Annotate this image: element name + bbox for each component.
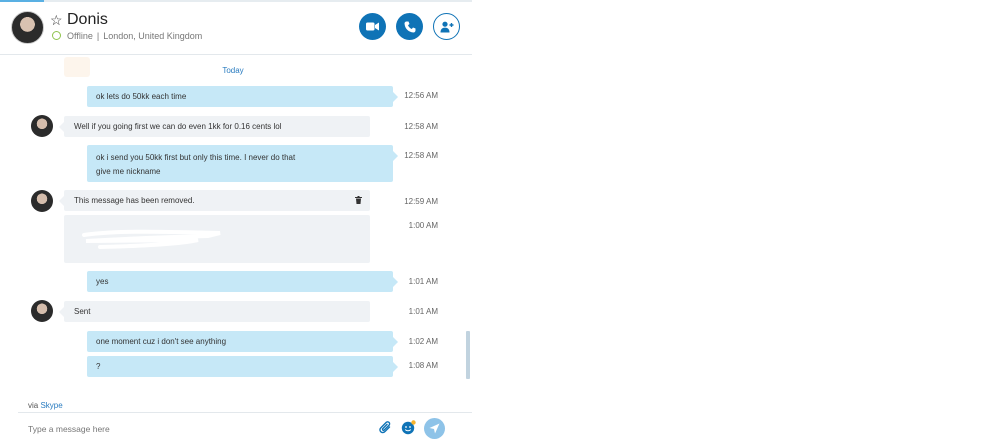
message-timestamp: 1:01 AM	[408, 307, 438, 316]
add-people-button[interactable]	[433, 13, 460, 40]
phone-icon	[404, 21, 415, 32]
offline-status-icon	[52, 31, 61, 40]
message-timestamp: 12:58 AM	[404, 122, 438, 131]
redacted-message[interactable]	[64, 215, 370, 263]
add-person-icon	[440, 21, 453, 32]
removed-message[interactable]: This message has been removed.	[59, 190, 370, 211]
redaction-scribble	[82, 229, 221, 249]
send-arrow-icon	[429, 423, 440, 434]
outgoing-message[interactable]: ok i send you 50kk first but only this t…	[87, 145, 398, 182]
incoming-message[interactable]: Sent	[59, 301, 370, 322]
message-input[interactable]: Type a message here	[28, 424, 110, 434]
scrollbar-thumb[interactable]	[466, 331, 470, 379]
audio-call-button[interactable]	[396, 13, 423, 40]
status-text: Offline	[67, 31, 93, 41]
message-list[interactable]: Today ok lets do 50kk each time 12:56 AM…	[0, 55, 472, 398]
message-timestamp: 12:58 AM	[404, 151, 438, 160]
outgoing-message[interactable]: yes	[87, 271, 398, 292]
contact-avatar-small[interactable]	[31, 190, 53, 212]
message-text: Sent	[74, 307, 91, 316]
message-timestamp: 1:08 AM	[408, 361, 438, 370]
message-timestamp: 1:00 AM	[408, 221, 438, 230]
message-timestamp: 1:02 AM	[408, 337, 438, 346]
contact-avatar-small[interactable]	[31, 115, 53, 137]
trash-icon[interactable]	[355, 196, 362, 204]
status-separator: |	[96, 31, 100, 41]
star-icon[interactable]: ☆	[50, 12, 63, 29]
contact-avatar-small[interactable]	[31, 300, 53, 322]
date-divider: Today	[222, 66, 244, 75]
message-text: ok lets do 50kk each time	[96, 92, 187, 101]
message-text: one moment cuz i don't see anything	[96, 337, 227, 346]
location-text: London, United Kingdom	[103, 31, 203, 41]
message-text: ?	[96, 362, 101, 371]
outgoing-message[interactable]: ?	[87, 356, 398, 377]
composer-divider	[18, 412, 472, 413]
outgoing-message[interactable]: one moment cuz i don't see anything	[87, 331, 398, 352]
incoming-message[interactable]: Well if you going first we can do even 1…	[59, 116, 370, 137]
message-text: yes	[96, 277, 109, 286]
message-text-line2: give me nickname	[96, 167, 161, 176]
contact-avatar[interactable]	[11, 11, 44, 44]
paperclip-icon[interactable]	[379, 421, 393, 435]
contact-name[interactable]: Donis	[67, 11, 108, 29]
message-text: Well if you going first we can do even 1…	[74, 122, 282, 131]
emoticon-icon[interactable]	[401, 420, 416, 435]
chat-header: ☆ Donis Offline | London, United Kingdom	[0, 2, 472, 55]
message-timestamp: 1:01 AM	[408, 277, 438, 286]
via-skype-label: via Skype	[28, 401, 63, 410]
skype-link[interactable]: Skype	[40, 401, 62, 410]
video-call-button[interactable]	[359, 13, 386, 40]
message-text: This message has been removed.	[74, 196, 195, 205]
message-timestamp: 12:59 AM	[404, 197, 438, 206]
video-camera-icon	[366, 22, 379, 31]
send-button[interactable]	[424, 418, 445, 439]
via-prefix: via	[28, 401, 39, 410]
outgoing-message[interactable]: ok lets do 50kk each time	[87, 86, 398, 107]
contact-status-line: Offline | London, United Kingdom	[67, 31, 202, 41]
message-timestamp: 12:56 AM	[404, 91, 438, 100]
message-text: ok i send you 50kk first but only this t…	[96, 153, 296, 162]
